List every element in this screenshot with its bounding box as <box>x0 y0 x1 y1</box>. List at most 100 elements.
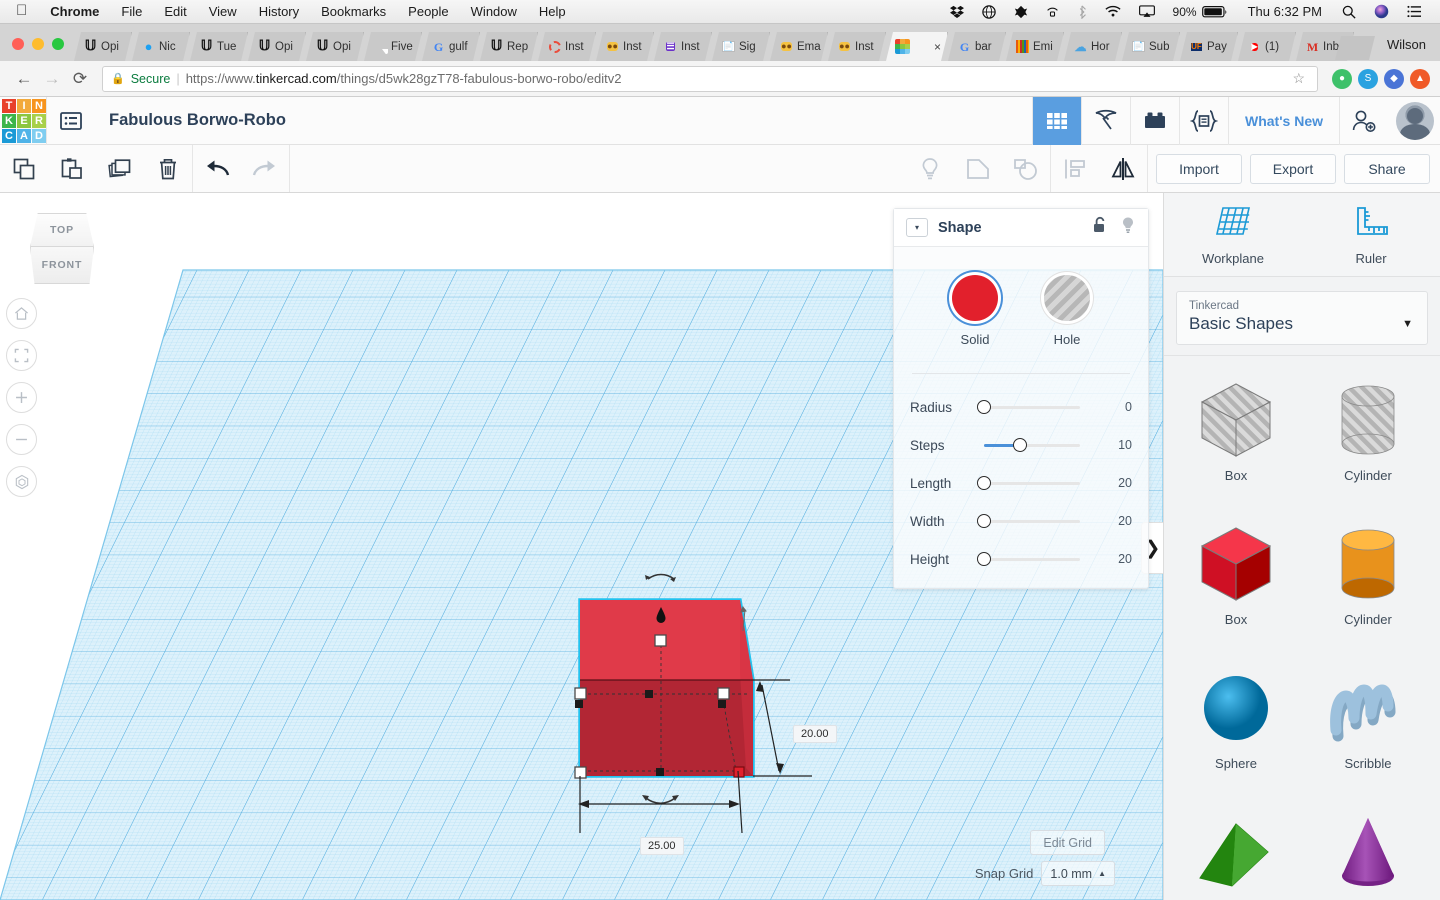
hole-option[interactable]: Hole <box>1044 275 1090 347</box>
bookmark-star-icon[interactable]: ☆ <box>1288 70 1309 87</box>
slider-track-length[interactable] <box>977 475 1080 490</box>
back-button[interactable]: ← <box>10 69 38 89</box>
shape-library-item[interactable]: Box <box>1170 362 1302 502</box>
minimize-window-button[interactable] <box>32 38 44 50</box>
slider-track-width[interactable] <box>977 513 1080 528</box>
shape-library-item[interactable]: Cylinder <box>1302 506 1434 646</box>
close-window-button[interactable] <box>12 38 24 50</box>
user-avatar[interactable] <box>1396 101 1434 140</box>
slider-track-radius[interactable] <box>977 399 1080 414</box>
dropbox-icon[interactable] <box>941 5 973 19</box>
browser-tab[interactable]: ☁ Hor <box>1064 32 1122 61</box>
apple-logo-icon[interactable]:  <box>10 3 39 20</box>
bluetooth-icon[interactable] <box>1068 4 1096 19</box>
lego-brick-icon[interactable] <box>1131 97 1179 145</box>
light-bulb-icon[interactable] <box>906 145 954 192</box>
shape-library-item[interactable]: Cone <box>1302 794 1434 900</box>
menu-bar-clock[interactable]: Thu 6:32 PM <box>1237 4 1333 19</box>
snap-grid-dropdown[interactable]: 1.0 mm ▲ <box>1041 861 1115 886</box>
slider-track-height[interactable] <box>977 551 1080 566</box>
browser-tab[interactable]: 𝕌 Rep <box>480 32 538 61</box>
redo-icon[interactable] <box>241 145 289 192</box>
edit-grid-button[interactable]: Edit Grid <box>1030 830 1105 855</box>
extension-icon-1[interactable]: ● <box>1332 68 1352 89</box>
dimension-label-length[interactable]: 25.00 <box>640 837 684 855</box>
solid-color-swatch[interactable] <box>952 275 998 321</box>
browser-tab[interactable]: Emi <box>1006 32 1064 61</box>
slider-knob-length[interactable] <box>977 475 991 490</box>
wifi-icon[interactable] <box>1096 5 1130 18</box>
browser-tab[interactable]: 𝕌 Tue <box>190 32 248 61</box>
siri-icon[interactable] <box>1365 4 1398 19</box>
menu-history[interactable]: History <box>248 0 310 24</box>
shape-icon[interactable] <box>1005 5 1037 19</box>
collection-dropdown[interactable]: Tinkercad Basic Shapes ▼ <box>1176 291 1428 345</box>
undo-icon[interactable] <box>193 145 241 192</box>
hole-pattern-swatch[interactable] <box>1044 275 1090 321</box>
tinkercad-logo[interactable]: TIN KER CAD <box>2 98 46 143</box>
view-cube-top-face[interactable]: TOP <box>30 213 94 247</box>
browser-tab[interactable]: ●● Ema <box>770 32 828 61</box>
slider-knob-steps[interactable] <box>1013 437 1028 452</box>
slider-knob-height[interactable] <box>977 551 991 566</box>
slider-value[interactable]: 20 <box>1118 552 1132 566</box>
share-button[interactable]: Share <box>1344 153 1430 184</box>
notifications-icon[interactable] <box>1398 5 1431 18</box>
browser-tab[interactable]: 𝕌 Opi <box>74 32 132 61</box>
align-icon[interactable] <box>1051 145 1099 192</box>
paste-icon[interactable] <box>48 145 96 192</box>
slider-track-steps[interactable] <box>984 437 1080 452</box>
forward-button[interactable]: → <box>38 69 66 89</box>
shape-library-item[interactable]: Cylinder <box>1302 362 1434 502</box>
battery-indicator[interactable]: 90% <box>1164 0 1237 24</box>
wifi-lock-icon[interactable] <box>1037 5 1068 19</box>
browser-tab[interactable]: Inst <box>538 32 596 61</box>
view-cube[interactable]: TOP FRONT <box>22 213 102 285</box>
home-view-icon[interactable] <box>6 298 37 329</box>
light-bulb-icon[interactable] <box>1120 216 1136 240</box>
slider-knob-width[interactable] <box>977 513 991 528</box>
airplay-icon[interactable] <box>1130 5 1164 18</box>
browser-tab[interactable]: Gbar <box>948 32 1006 61</box>
shape-library-item[interactable]: Roof <box>1170 794 1302 900</box>
add-person-icon[interactable] <box>1340 97 1388 145</box>
browser-tab[interactable]: 𝕌 Opi <box>248 32 306 61</box>
view-cube-front-face[interactable]: FRONT <box>30 247 94 284</box>
codeblocks-icon[interactable] <box>1180 97 1228 145</box>
browser-tab[interactable]: ● Nic <box>132 32 190 61</box>
project-title[interactable]: Fabulous Borwo-Robo <box>95 111 286 130</box>
perspective-toggle-icon[interactable] <box>6 466 37 497</box>
export-button[interactable]: Export <box>1250 153 1336 184</box>
ruler-tool[interactable]: Ruler <box>1316 204 1426 266</box>
shape-library-item[interactable]: Sphere <box>1170 650 1302 790</box>
extension-icon-skype[interactable]: S <box>1358 68 1378 89</box>
copy-icon[interactable] <box>0 145 48 192</box>
mirror-icon[interactable] <box>1099 145 1147 192</box>
tab-close-icon[interactable]: × <box>934 40 943 54</box>
browser-profile-name[interactable]: Wilson <box>1375 37 1440 61</box>
shape-library-item[interactable]: Scribble <box>1302 650 1434 790</box>
slider-value[interactable]: 0 <box>1125 400 1132 414</box>
menu-view[interactable]: View <box>198 0 248 24</box>
slider-value[interactable]: 10 <box>1118 438 1132 452</box>
shape-library-item[interactable]: Box <box>1170 506 1302 646</box>
minecraft-pickaxe-icon[interactable] <box>1082 97 1130 145</box>
menu-edit[interactable]: Edit <box>153 0 197 24</box>
delete-icon[interactable] <box>144 145 192 192</box>
slider-value[interactable]: 20 <box>1118 476 1132 490</box>
ungroup-icon[interactable] <box>1002 145 1050 192</box>
browser-tab[interactable]: ●● Inst <box>828 32 886 61</box>
browser-tab[interactable]: × <box>886 32 948 61</box>
browser-tab[interactable]: ☰ Inst <box>654 32 712 61</box>
menu-bookmarks[interactable]: Bookmarks <box>310 0 397 24</box>
browser-tab[interactable]: Five <box>364 32 422 61</box>
slider-value[interactable]: 20 <box>1118 514 1132 528</box>
browser-tab[interactable]: ●● Inst <box>596 32 654 61</box>
import-button[interactable]: Import <box>1156 153 1242 184</box>
address-bar[interactable]: 🔒 Secure | https://www.tinkercad.com/thi… <box>102 65 1318 92</box>
browser-tab[interactable]: 𝕌 Opi <box>306 32 364 61</box>
unlock-icon[interactable] <box>1092 216 1108 239</box>
reload-button[interactable]: ⟳ <box>66 69 94 89</box>
menu-help[interactable]: Help <box>528 0 577 24</box>
extension-icon-2[interactable]: ◆ <box>1384 68 1404 89</box>
